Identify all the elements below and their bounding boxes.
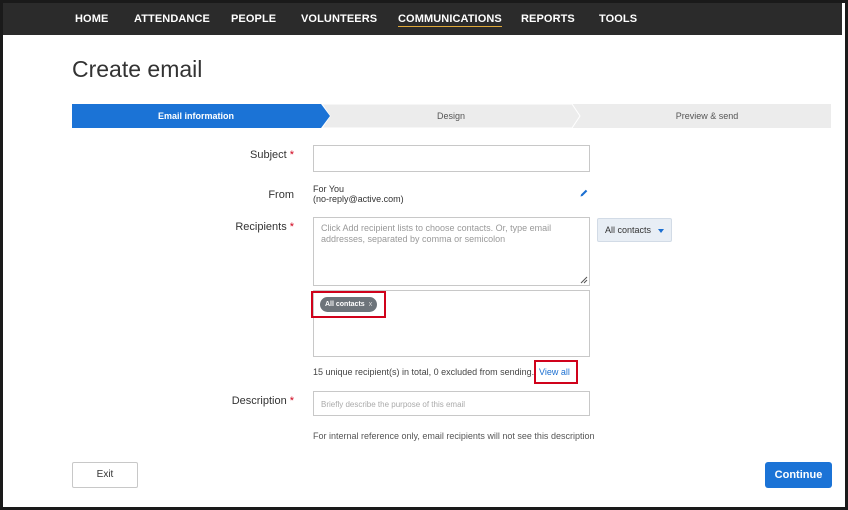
step-email-information-label: Email information <box>157 111 235 121</box>
continue-button[interactable]: Continue <box>765 462 832 488</box>
exit-button[interactable]: Exit <box>72 462 138 488</box>
recipient-list-dropdown[interactable]: All contacts <box>597 218 672 242</box>
nav-item-home[interactable]: HOME <box>75 13 108 25</box>
description-label: Description * <box>232 395 294 407</box>
description-label-text: Description <box>231 395 287 407</box>
required-mark: * <box>289 149 294 161</box>
required-mark: * <box>289 221 294 233</box>
subject-label-text: Subject <box>250 149 287 161</box>
description-placeholder: Briefly describe the purpose of this ema… <box>321 400 466 409</box>
from-name: For You <box>313 184 345 194</box>
recipients-textarea[interactable]: Click Add recipient lists to choose cont… <box>313 217 590 286</box>
annotation-highlight-chip <box>311 291 386 318</box>
nav-item-people[interactable]: PEOPLE <box>231 13 276 25</box>
nav-item-reports[interactable]: REPORTS <box>521 13 575 25</box>
nav-item-communications[interactable]: COMMUNICATIONS <box>398 13 502 27</box>
subject-input[interactable] <box>313 145 590 172</box>
from-label: From <box>268 189 294 201</box>
from-email: (no-reply@active.com) <box>313 194 404 204</box>
recipients-label-text: Recipients <box>235 221 287 233</box>
annotation-highlight-view-all <box>534 360 578 384</box>
nav-item-tools[interactable]: TOOLS <box>599 13 637 25</box>
required-mark: * <box>289 395 294 407</box>
page-title: Create email <box>72 56 203 82</box>
subject-label: Subject * <box>250 149 294 161</box>
step-design-label: Design <box>436 111 466 121</box>
pencil-edit-icon[interactable] <box>579 188 589 198</box>
from-sender: For You (no-reply@active.com) <box>313 184 404 204</box>
nav-item-attendance[interactable]: ATTENDANCE <box>134 13 210 25</box>
nav-item-volunteers[interactable]: VOLUNTEERS <box>301 13 377 25</box>
step-preview-send-label: Preview & send <box>675 111 739 121</box>
top-nav-bar: HOME ATTENDANCE PEOPLE VOLUNTEERS COMMUN… <box>3 3 842 35</box>
recipients-placeholder: Click Add recipient lists to choose cont… <box>321 223 552 244</box>
dropdown-selected-value: All contacts <box>605 225 652 235</box>
description-help-text: For internal reference only, email recip… <box>313 431 595 441</box>
recipients-label: Recipients * <box>235 221 294 233</box>
recipient-summary: 15 unique recipient(s) in total, 0 exclu… <box>313 367 535 377</box>
resize-handle-icon[interactable] <box>580 276 588 284</box>
progress-stepper: Email information Design Preview & send <box>72 104 831 128</box>
description-input[interactable]: Briefly describe the purpose of this ema… <box>313 391 590 416</box>
chevron-down-icon <box>658 229 664 233</box>
